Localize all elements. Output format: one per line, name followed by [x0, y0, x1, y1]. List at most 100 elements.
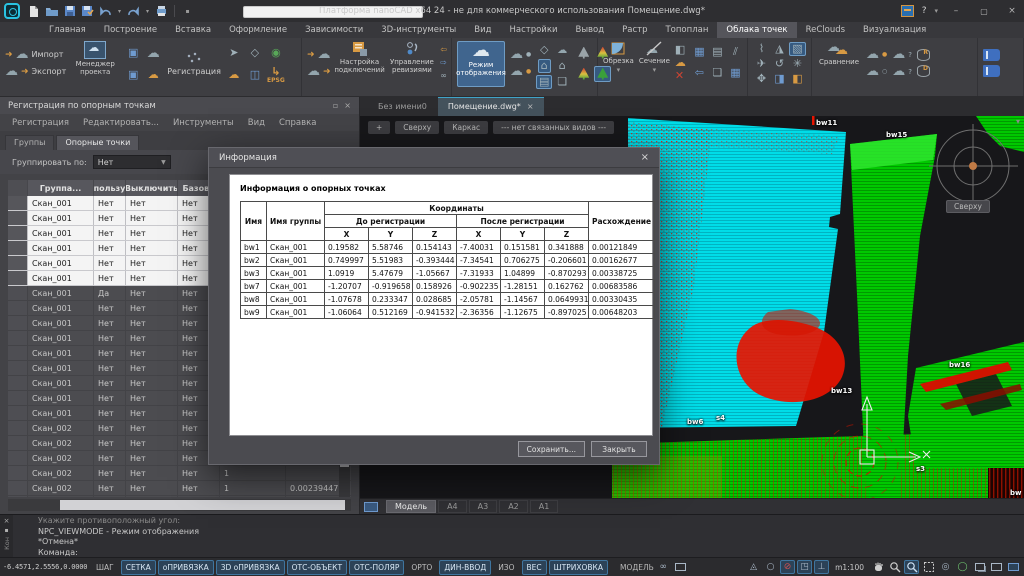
panel-pin-icon[interactable]: ▫: [333, 101, 338, 110]
link-icon[interactable]: ∞: [656, 560, 671, 574]
ribbon-tab-Оформление[interactable]: Оформление: [220, 22, 296, 38]
small-cloud-icon[interactable]: ☁: [557, 44, 567, 57]
print-icon[interactable]: [154, 4, 169, 19]
zoom-extents-icon[interactable]: [921, 560, 936, 574]
command-close-icon[interactable]: ×: [4, 517, 10, 525]
annotation-scale-icon[interactable]: ⊥: [814, 560, 829, 574]
undo-dropdown-icon[interactable]: ▾: [116, 4, 123, 19]
layers-icon[interactable]: ❏: [557, 76, 567, 88]
table-horizontal-scrollbar[interactable]: [8, 499, 351, 511]
pan-hand-icon[interactable]: ✥: [757, 73, 766, 85]
monitor-icon[interactable]: [673, 560, 688, 574]
pan-icon[interactable]: [870, 560, 885, 574]
sync-up-icon[interactable]: ⇦: [440, 44, 447, 56]
walk-icon[interactable]: ⌇: [759, 43, 764, 55]
cloud-lamp-icon[interactable]: ☁●: [510, 48, 531, 61]
pick-points-cursor-icon[interactable]: ➤: [229, 47, 238, 59]
bulb-icon[interactable]: ○: [763, 560, 778, 574]
help-dropdown-icon[interactable]: ▾: [934, 7, 938, 15]
cube-view-icon[interactable]: ◨: [774, 73, 784, 85]
ribbon-tab-3D-инструменты[interactable]: 3D-инструменты: [372, 22, 465, 38]
layout-tab-A2[interactable]: A2: [499, 500, 528, 513]
export-button[interactable]: ☁➜ Экспорт: [5, 65, 66, 78]
ribbon-tab-Растр[interactable]: Растр: [613, 22, 656, 38]
undo-icon[interactable]: [98, 4, 113, 19]
menu-item-Инструменты[interactable]: Инструменты: [173, 118, 234, 128]
toggle-ОТС-ПОЛЯР[interactable]: ОТС-ПОЛЯР: [349, 560, 404, 575]
ribbon-tab-Топоплан[interactable]: Топоплан: [656, 22, 717, 38]
import-button[interactable]: ➜☁ Импорт: [5, 48, 66, 61]
revisions-button[interactable]: Управление ревизиями: [389, 41, 436, 87]
ribbon-tab-Вставка[interactable]: Вставка: [166, 22, 220, 38]
toggle-ДИН-ВВОД[interactable]: ДИН-ВВОД: [439, 560, 491, 575]
db-import-icon[interactable]: ➜☁: [307, 48, 331, 61]
ribbon-tab-Визуализация[interactable]: Визуализация: [854, 22, 935, 38]
layout-tab-A4[interactable]: A4: [438, 500, 467, 513]
dialog-title-bar[interactable]: Информация ×: [209, 148, 659, 168]
image-plane-icon[interactable]: ▤: [536, 75, 552, 89]
full-navigation-icon[interactable]: ◯: [955, 560, 970, 574]
menu-item-Редактировать...[interactable]: Редактировать...: [83, 118, 159, 128]
group-by-select[interactable]: Нет ▼: [93, 155, 171, 169]
layout-tab-A1[interactable]: A1: [530, 500, 559, 513]
ribbon-tab-Вывод[interactable]: Вывод: [566, 22, 613, 38]
open-folder-icon[interactable]: [44, 4, 59, 19]
toggle-ИЗО[interactable]: ИЗО: [493, 560, 519, 575]
doc-tab-Без имени0[interactable]: Без имени0: [368, 97, 437, 116]
grey-cloud-icon[interactable]: ☁: [147, 47, 160, 60]
sheets-icon[interactable]: [972, 560, 987, 574]
command-line-window[interactable]: × ▪ Кон Укажите противоположный угол:NPC…: [0, 514, 1024, 557]
cloud-folder-icon[interactable]: ☁: [148, 69, 159, 81]
close-tab-icon[interactable]: ×: [527, 102, 534, 111]
command-history[interactable]: Укажите противоположный угол:NPC_VIEWMOD…: [13, 515, 199, 557]
compare-button[interactable]: ☁ ☁ Сравнение: [817, 41, 861, 87]
parallel-sections-icon[interactable]: ⫽: [733, 46, 738, 58]
new-file-icon[interactable]: [26, 4, 41, 19]
annotation-visibility-icon[interactable]: ⊘: [780, 560, 795, 574]
dialog-close-icon[interactable]: ×: [641, 152, 649, 163]
save-icon[interactable]: [62, 4, 77, 19]
grid-view-icon[interactable]: ▦: [730, 67, 740, 79]
redo-icon[interactable]: [126, 4, 141, 19]
viewport-control[interactable]: Сверху: [395, 121, 439, 134]
screen-icon[interactable]: [989, 560, 1004, 574]
save-as-icon[interactable]: [80, 4, 95, 19]
display-mode-button[interactable]: ☁ Режим отображения: [457, 41, 505, 87]
cloud-query2-icon[interactable]: ☁?: [892, 65, 912, 78]
menu-item-Регистрация[interactable]: Регистрация: [12, 118, 69, 128]
folder-cloud-icon[interactable]: ▣: [128, 47, 138, 59]
minimize-button[interactable]: –: [946, 6, 966, 16]
toggle-СЕТКА[interactable]: СЕТКА: [121, 560, 156, 575]
door-icon[interactable]: ◧: [675, 44, 686, 56]
sections-grid-icon[interactable]: ▤: [712, 46, 722, 58]
viewport-control[interactable]: Каркас: [444, 121, 488, 134]
table-row[interactable]: Скан_002НетНетНет10.00239447: [8, 481, 351, 496]
qat-customize-icon[interactable]: ▪: [180, 4, 195, 19]
redo-dropdown-icon[interactable]: ▾: [144, 4, 151, 19]
toggle-ОТС-ОБЪЕКТ[interactable]: ОТС-ОБЪЕКТ: [287, 560, 347, 575]
viewport-control[interactable]: +: [368, 121, 390, 134]
layout-list-icon[interactable]: [364, 502, 378, 512]
menu-item-Справка[interactable]: Справка: [279, 118, 316, 128]
folder-icon[interactable]: ▣: [128, 69, 138, 81]
tab-Группы[interactable]: Группы: [5, 135, 54, 150]
maximize-button[interactable]: ▢: [974, 7, 994, 16]
zoom-window-icon[interactable]: [904, 560, 919, 574]
online-help-book-icon[interactable]: [983, 65, 1000, 77]
table-row[interactable]: Скан_002НетНетНет1: [8, 466, 351, 481]
cloud-lamp2-icon[interactable]: ☁●: [510, 65, 531, 78]
cloud-query-icon[interactable]: ☁?: [892, 48, 912, 61]
toggle-оПРИВЯЗКА[interactable]: оПРИВЯЗКА: [158, 560, 214, 575]
house-icon[interactable]: ⌂: [559, 60, 566, 72]
cloud-delete-icon[interactable]: ✕: [675, 70, 686, 82]
help-book-icon[interactable]: [983, 49, 1000, 61]
project-manager-button[interactable]: Менеджер проекта: [71, 41, 119, 87]
turntable-icon[interactable]: ↺: [775, 58, 784, 70]
cloud-point-info-icon[interactable]: ☁●: [866, 48, 887, 61]
layout-tab-A3[interactable]: A3: [469, 500, 498, 513]
cloud-add-icon[interactable]: ☁: [675, 57, 686, 69]
db-revision-d-icon[interactable]: D: [917, 65, 930, 77]
house-inside-icon[interactable]: ⌂: [538, 59, 551, 73]
toggle-ОРТО[interactable]: ОРТО: [406, 560, 437, 575]
target-icon[interactable]: ✳: [793, 58, 802, 70]
